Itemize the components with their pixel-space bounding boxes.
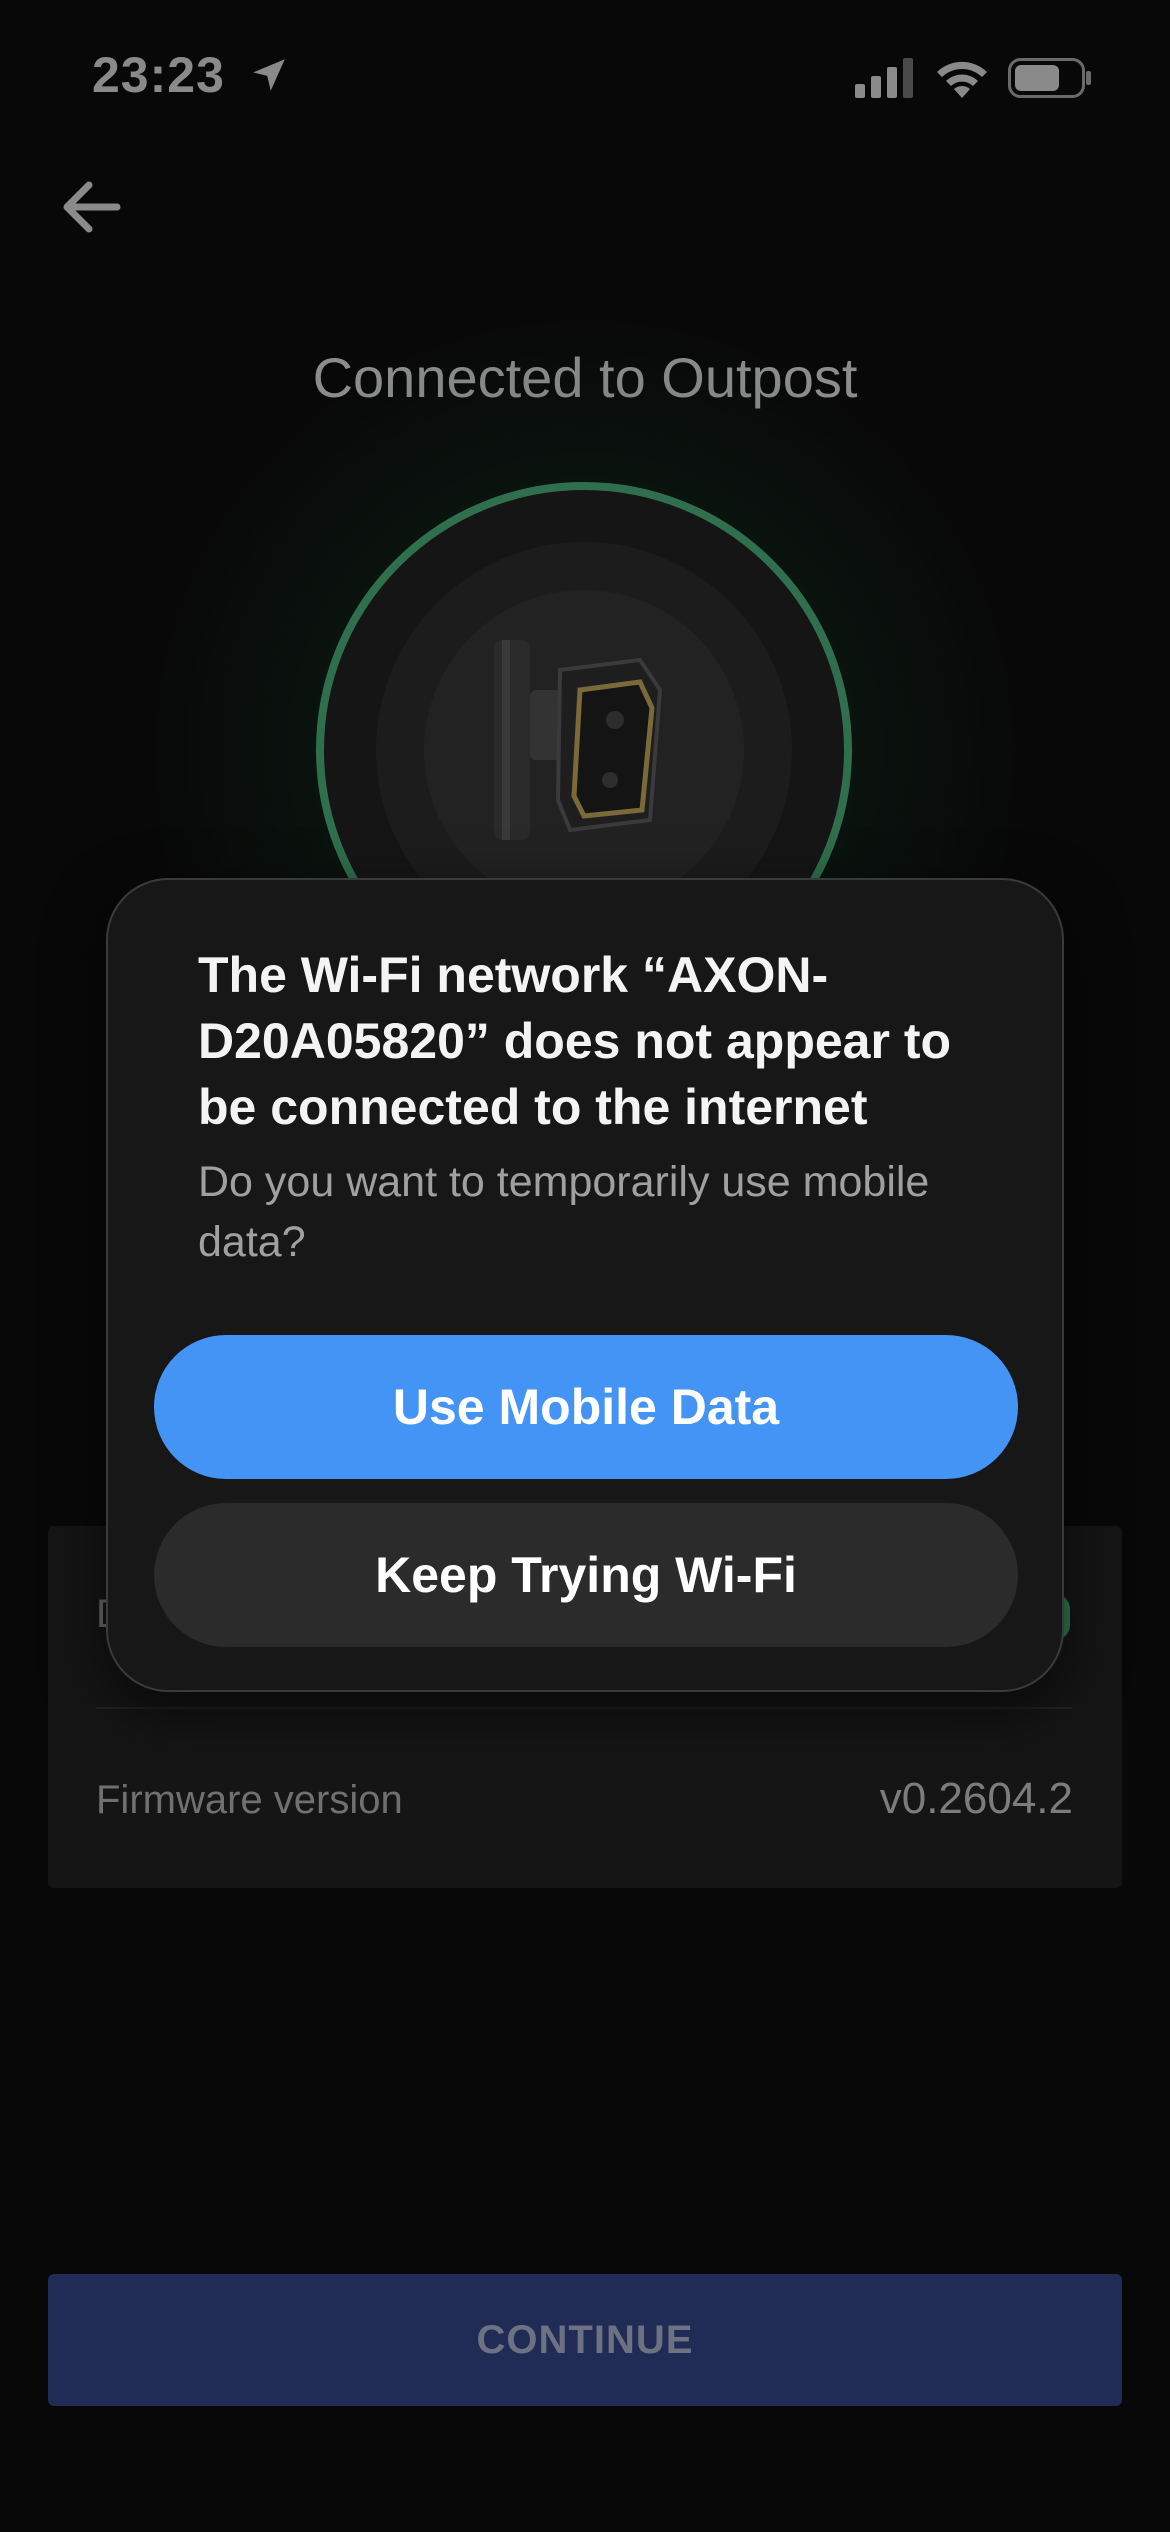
continue-button[interactable]: CONTINUE	[48, 2274, 1122, 2406]
status-time: 23:23	[92, 47, 225, 103]
status-bar: 23:23	[0, 0, 1170, 150]
info-divider	[96, 1707, 1072, 1709]
arrow-left-icon	[63, 181, 121, 233]
wifi-alert-dialog: The Wi-Fi network “AXON-D20A05820” does …	[106, 878, 1064, 1692]
cellular-signal-icon	[855, 58, 913, 98]
screen: 23:23 Connected to Outpost	[0, 0, 1170, 2532]
alert-title: The Wi-Fi network “AXON-D20A05820” does …	[198, 947, 952, 1135]
use-mobile-data-button[interactable]: Use Mobile Data	[154, 1335, 1018, 1479]
alert-message: Do you want to temporarily use mobile da…	[198, 1158, 930, 1266]
back-button[interactable]	[56, 172, 126, 242]
battery-icon	[1008, 58, 1091, 98]
camera-device-icon	[494, 640, 663, 840]
firmware-label: Firmware version	[96, 1778, 403, 1822]
location-arrow-icon	[253, 59, 285, 91]
wifi-icon	[937, 61, 987, 98]
keep-trying-wifi-button[interactable]: Keep Trying Wi-Fi	[154, 1503, 1018, 1647]
firmware-value: v0.2604.2	[879, 1774, 1073, 1823]
